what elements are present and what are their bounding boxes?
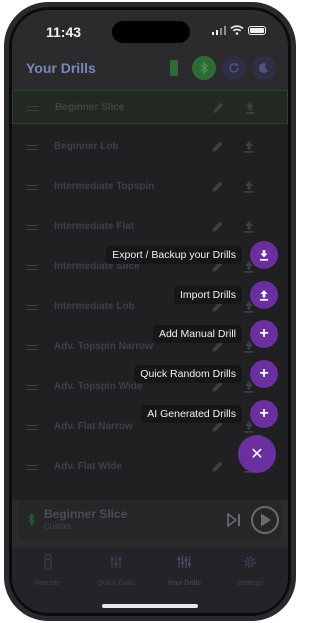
fab-menu-item[interactable]: Export / Backup your Drills <box>106 241 278 269</box>
fab-menu-item[interactable]: Add Manual Drill + <box>152 320 278 348</box>
plus-icon: + <box>259 405 269 422</box>
app-screen: 11:43 Your Drills Beginner Slice Beginne… <box>12 10 288 613</box>
fab-menu-item[interactable]: AI Generated Drills + <box>141 400 278 428</box>
fab-close-button[interactable]: ✕ <box>238 435 276 473</box>
refresh-icon <box>229 62 239 73</box>
add-manual-drill-button[interactable]: + <box>250 320 278 348</box>
quick-random-drills-button[interactable]: + <box>250 360 278 388</box>
status-bar: 11:43 <box>12 10 288 50</box>
moon-icon <box>258 63 269 74</box>
fab-menu-label[interactable]: Add Manual Drill <box>152 325 242 343</box>
page-title: Your Drills <box>26 60 96 76</box>
now-playing-title: Beginner Slice <box>44 507 128 521</box>
battery-icon <box>248 25 266 35</box>
home-indicator <box>102 604 198 608</box>
refresh-button[interactable] <box>222 56 246 80</box>
tab-quick-drills[interactable]: Quick Drills <box>84 554 148 587</box>
fab-menu-item[interactable]: Import Drills <box>173 281 278 309</box>
now-playing-bar[interactable]: Beginner Slice Custom <box>18 500 282 540</box>
skip-next-icon[interactable] <box>226 512 242 528</box>
fab-menu-label[interactable]: Quick Random Drills <box>134 365 242 383</box>
import-icon <box>260 290 268 301</box>
wifi-icon <box>230 25 244 35</box>
tab-settings[interactable]: Settings <box>218 554 282 587</box>
status-icons <box>211 25 266 35</box>
now-playing-subtitle: Custom <box>44 522 72 531</box>
plus-icon: + <box>259 325 269 342</box>
close-icon: ✕ <box>250 446 264 463</box>
bluetooth-icon <box>28 513 35 526</box>
plus-icon: + <box>259 365 269 382</box>
tab-your-drills[interactable]: Your Drills <box>152 554 216 587</box>
dynamic-island <box>112 21 190 43</box>
tab-label: Remote <box>34 578 62 587</box>
sliders-icon <box>110 556 122 568</box>
fab-menu-label[interactable]: Export / Backup your Drills <box>106 246 242 264</box>
ai-generated-drills-button[interactable]: + <box>250 400 278 428</box>
tab-label: Quick Drills <box>97 578 135 587</box>
import-button[interactable] <box>250 281 278 309</box>
fab-menu-label[interactable]: Import Drills <box>173 286 242 304</box>
bluetooth-button[interactable] <box>192 56 216 80</box>
export-button[interactable] <box>250 241 278 269</box>
device-status-icon <box>170 60 178 76</box>
gear-icon <box>244 556 256 568</box>
equalizer-icon <box>177 556 191 568</box>
bluetooth-icon <box>200 61 209 75</box>
play-icon[interactable] <box>250 505 280 535</box>
app-header: Your Drills <box>12 50 288 88</box>
remote-icon <box>44 554 52 570</box>
tab-label: Your Drills <box>167 578 201 587</box>
fab-menu-label[interactable]: AI Generated Drills <box>141 405 242 423</box>
dark-mode-button[interactable] <box>252 56 276 80</box>
tab-remote[interactable]: Remote <box>16 554 80 587</box>
status-time: 11:43 <box>46 24 82 40</box>
export-icon <box>260 250 268 261</box>
fab-menu-item[interactable]: Quick Random Drills + <box>134 360 278 388</box>
tab-label: Settings <box>236 578 264 587</box>
cellular-signal-icon <box>211 25 226 35</box>
